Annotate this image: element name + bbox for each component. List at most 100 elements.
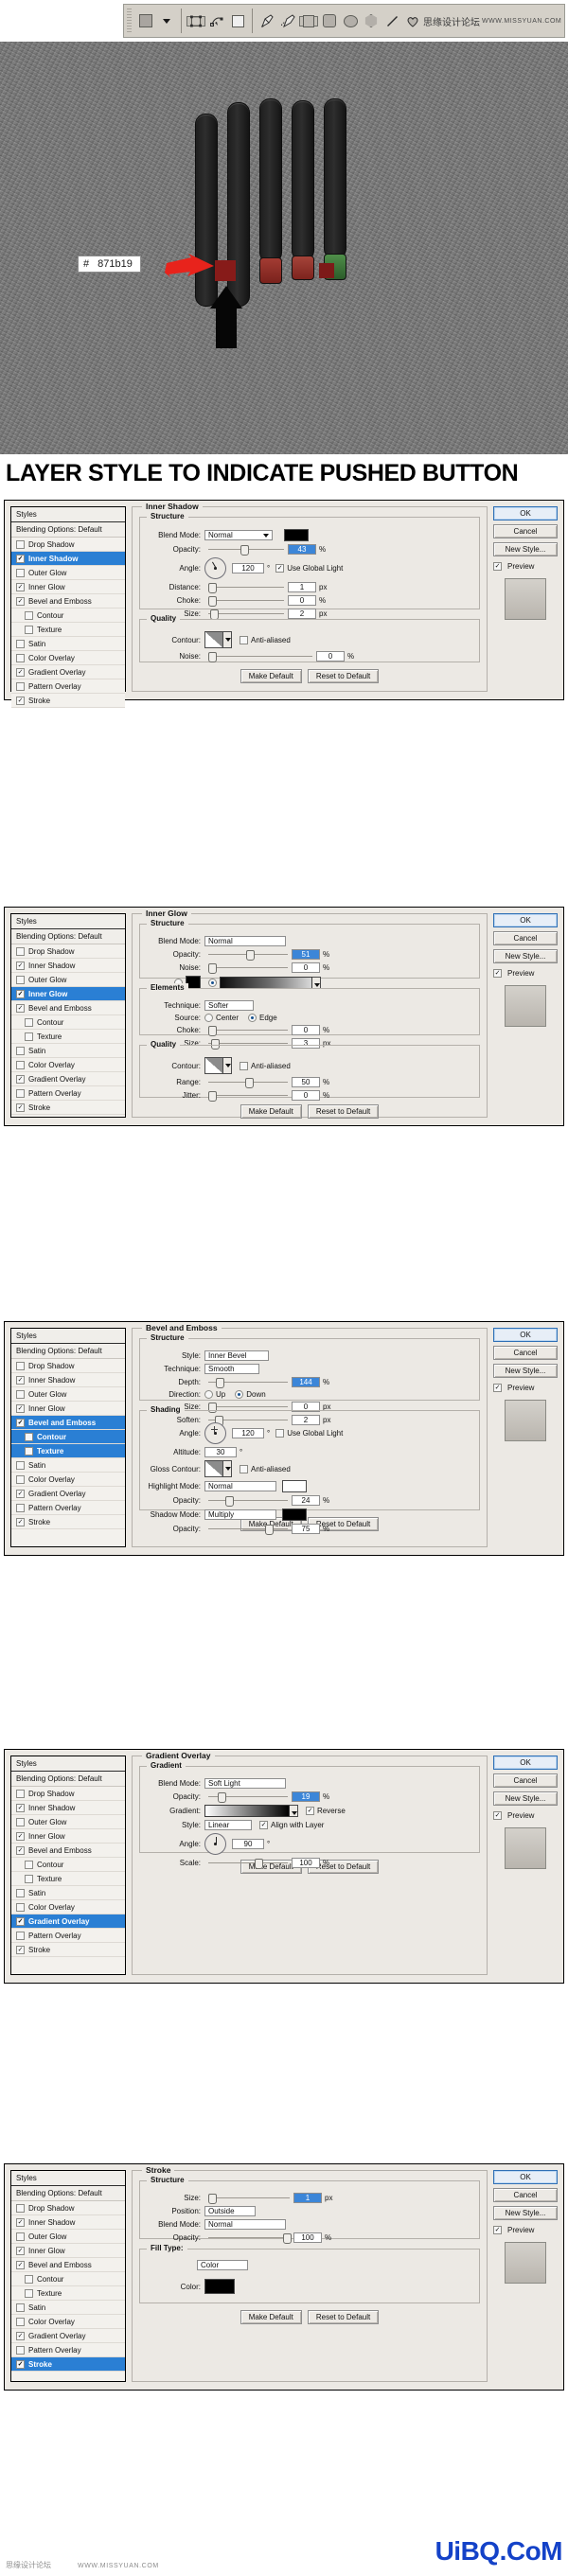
technique-select[interactable]: Smooth <box>204 1364 259 1374</box>
style-item-outer-glow[interactable]: Outer Glow <box>11 2230 125 2244</box>
preview-toggle[interactable]: ✓ Preview <box>493 1811 558 1820</box>
style-item-inner-glow[interactable]: ✓ Inner Glow <box>11 2244 125 2258</box>
style-item-outer-glow[interactable]: Outer Glow <box>11 1387 125 1402</box>
style-item-inner-glow[interactable]: ✓ Inner Glow <box>11 987 125 1001</box>
size-value[interactable]: 1 <box>293 2193 322 2203</box>
checkbox-texture[interactable] <box>25 1874 33 1883</box>
new-style-button[interactable]: New Style... <box>493 949 558 963</box>
size-slider[interactable] <box>208 609 284 620</box>
checkbox-drop-shadow[interactable] <box>16 1789 25 1798</box>
style-item-contour[interactable]: Contour <box>11 1015 125 1030</box>
style-item-gradient-overlay[interactable]: ✓ Gradient Overlay <box>11 2329 125 2343</box>
preview-checkbox[interactable]: ✓ <box>493 1384 502 1392</box>
gradient-preview-bar[interactable] <box>204 1805 290 1817</box>
style-item-gradient-overlay[interactable]: ✓ Gradient Overlay <box>11 665 125 679</box>
checkbox-satin[interactable] <box>16 639 25 648</box>
anti-aliased-checkbox[interactable] <box>240 1464 248 1473</box>
cancel-button[interactable]: Cancel <box>493 931 558 945</box>
cancel-button[interactable]: Cancel <box>493 2188 558 2202</box>
distance-value[interactable]: 1 <box>288 582 316 592</box>
bevel-style-select[interactable]: Inner Bevel <box>204 1350 269 1361</box>
fill-type-select[interactable]: Color <box>197 2260 248 2270</box>
style-item-drop-shadow[interactable]: Drop Shadow <box>11 538 125 552</box>
style-item-color-overlay[interactable]: Color Overlay <box>11 1473 125 1487</box>
checkbox-pattern-overlay[interactable] <box>16 1931 25 1940</box>
ok-button[interactable]: OK <box>493 2170 558 2184</box>
range-slider[interactable] <box>208 1077 288 1088</box>
glow-gradient-radio[interactable] <box>208 978 217 987</box>
style-item-outer-glow[interactable]: Outer Glow <box>11 566 125 580</box>
preview-checkbox[interactable]: ✓ <box>493 1811 502 1820</box>
checkbox-texture[interactable] <box>25 1446 33 1456</box>
choke-slider[interactable] <box>208 595 284 607</box>
checkbox-texture[interactable] <box>25 1032 33 1041</box>
style-item-contour[interactable]: Contour <box>11 2272 125 2286</box>
checkbox-contour[interactable] <box>25 1432 33 1441</box>
reset-to-default-button[interactable]: Reset to Default <box>307 2310 380 2324</box>
range-value[interactable]: 50 <box>292 1077 320 1087</box>
checkbox-pattern-overlay[interactable] <box>16 681 25 691</box>
blending-options[interactable]: Blending Options: Default <box>11 1344 125 1359</box>
make-default-button[interactable]: Make Default <box>240 669 302 683</box>
anti-aliased-checkbox[interactable] <box>240 635 248 644</box>
ok-button[interactable]: OK <box>493 913 558 927</box>
checkbox-texture[interactable] <box>25 2288 33 2298</box>
checkbox-color-overlay[interactable] <box>16 1474 25 1484</box>
shadow-opacity-slider[interactable] <box>208 1524 288 1535</box>
style-item-inner-glow[interactable]: ✓ Inner Glow <box>11 1402 125 1416</box>
size-value[interactable]: 2 <box>288 609 316 619</box>
checkbox-outer-glow[interactable] <box>16 568 25 577</box>
style-item-contour[interactable]: Contour <box>11 1858 125 1872</box>
style-item-pattern-overlay[interactable]: Pattern Overlay <box>11 2343 125 2357</box>
checkbox-inner-shadow[interactable]: ✓ <box>16 2217 25 2227</box>
freeform-pen-tool-icon[interactable] <box>278 11 297 30</box>
position-select[interactable]: Outside <box>204 2206 256 2216</box>
checkbox-bevel-and-emboss[interactable]: ✓ <box>16 1003 25 1013</box>
distance-slider[interactable] <box>208 582 284 593</box>
style-item-gradient-overlay[interactable]: ✓ Gradient Overlay <box>11 1072 125 1086</box>
contour-preview[interactable] <box>204 631 223 648</box>
jitter-slider[interactable] <box>208 1090 288 1102</box>
checkbox-bevel-and-emboss[interactable]: ✓ <box>16 1845 25 1855</box>
scale-value[interactable]: 100 <box>292 1858 320 1868</box>
opacity-slider[interactable] <box>208 1791 288 1803</box>
style-item-texture[interactable]: Texture <box>11 623 125 637</box>
cancel-button[interactable]: Cancel <box>493 524 558 538</box>
checkbox-color-overlay[interactable] <box>16 653 25 662</box>
glow-gradient-bar[interactable] <box>220 976 312 989</box>
style-item-drop-shadow[interactable]: Drop Shadow <box>11 1359 125 1373</box>
highlight-opacity-slider[interactable] <box>208 1495 288 1507</box>
style-item-bevel-and-emboss[interactable]: ✓ Bevel and Emboss <box>11 1416 125 1430</box>
checkbox-color-overlay[interactable] <box>16 1060 25 1069</box>
style-item-stroke[interactable]: ✓ Stroke <box>11 1101 125 1115</box>
style-item-contour[interactable]: Contour <box>11 609 125 623</box>
style-item-inner-shadow[interactable]: ✓ Inner Shadow <box>11 1373 125 1387</box>
preview-checkbox[interactable]: ✓ <box>493 562 502 571</box>
checkbox-contour[interactable] <box>25 1017 33 1027</box>
style-item-texture[interactable]: Texture <box>11 1872 125 1886</box>
style-item-contour[interactable]: Contour <box>11 1430 125 1444</box>
style-item-inner-shadow[interactable]: ✓ Inner Shadow <box>11 2215 125 2230</box>
checkbox-color-overlay[interactable] <box>16 2317 25 2326</box>
preview-toggle[interactable]: ✓ Preview <box>493 2226 558 2234</box>
preview-toggle[interactable]: ✓ Preview <box>493 969 558 978</box>
noise-slider[interactable] <box>208 962 288 974</box>
checkbox-contour[interactable] <box>25 610 33 620</box>
checkbox-satin[interactable] <box>16 1888 25 1897</box>
highlight-mode-select[interactable]: Normal <box>204 1481 276 1491</box>
make-default-button[interactable]: Make Default <box>240 2310 302 2324</box>
checkbox-inner-shadow[interactable]: ✓ <box>16 554 25 563</box>
technique-select[interactable]: Softer <box>204 1000 254 1011</box>
style-item-gradient-overlay[interactable]: ✓ Gradient Overlay <box>11 1914 125 1929</box>
preview-toggle[interactable]: ✓ Preview <box>493 562 558 571</box>
source-center-radio[interactable] <box>204 1014 213 1022</box>
highlight-color-swatch[interactable] <box>282 1480 307 1492</box>
style-item-pattern-overlay[interactable]: Pattern Overlay <box>11 1086 125 1101</box>
checkbox-contour[interactable] <box>25 1860 33 1869</box>
gloss-contour-dropdown-icon[interactable] <box>223 1460 232 1477</box>
opacity-value[interactable]: 51 <box>292 949 320 960</box>
rounded-rectangle-tool-icon[interactable] <box>320 11 339 30</box>
style-item-bevel-and-emboss[interactable]: ✓ Bevel and Emboss <box>11 1844 125 1858</box>
shadow-color-swatch[interactable] <box>284 529 309 541</box>
style-item-satin[interactable]: Satin <box>11 637 125 651</box>
